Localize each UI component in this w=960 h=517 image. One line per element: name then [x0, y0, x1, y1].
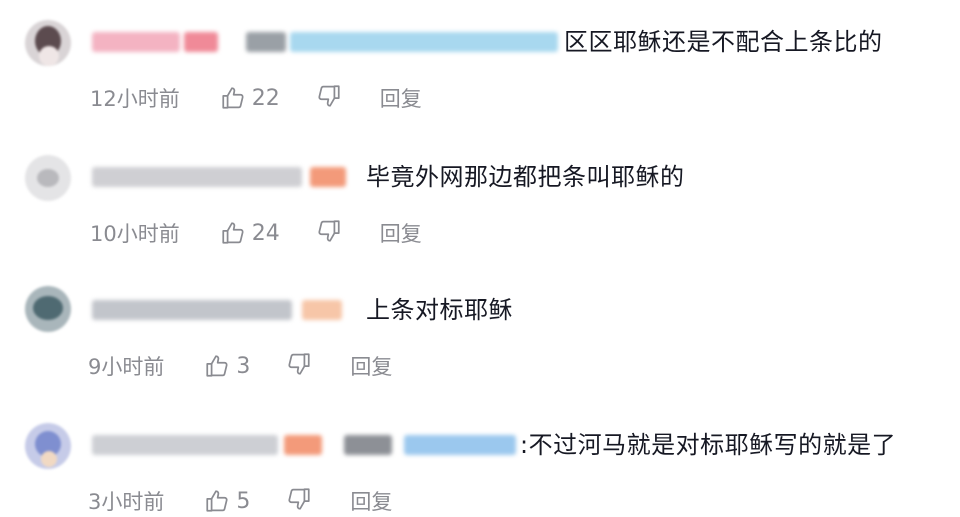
- comment-text: :不过河马就是对标耶稣写的就是了: [520, 431, 897, 459]
- reply-to-username[interactable]: [290, 32, 558, 52]
- like-button[interactable]: 5: [204, 488, 250, 514]
- avatar[interactable]: [25, 286, 71, 332]
- comment-time: 3小时前: [88, 490, 165, 514]
- thumbs-down-icon: [286, 351, 312, 382]
- comment-header: 毕竟外网那边都把条叫耶稣的: [92, 157, 685, 197]
- comment-meta: 10小时前 24 回复: [90, 217, 422, 249]
- dislike-button[interactable]: [316, 83, 342, 114]
- comment-time: 12小时前: [90, 87, 180, 111]
- comment-header: 上条对标耶稣: [92, 290, 513, 330]
- reply-button[interactable]: 回复: [380, 218, 422, 248]
- comment-time: 9小时前: [88, 355, 165, 379]
- avatar[interactable]: [25, 423, 71, 469]
- comment-item: 上条对标耶稣 9小时前 3 回复: [0, 270, 960, 400]
- user-badge: [310, 167, 346, 187]
- thumbs-down-icon: [316, 83, 342, 114]
- thumbs-down-icon: [286, 486, 312, 517]
- comment-item: 毕竟外网那边都把条叫耶稣的 10小时前 24 回复: [0, 135, 960, 265]
- like-count: 22: [251, 85, 280, 111]
- like-button[interactable]: 3: [204, 353, 250, 379]
- reply-button[interactable]: 回复: [380, 83, 422, 113]
- comment-text: 区区耶稣还是不配合上条比的: [564, 28, 883, 56]
- avatar[interactable]: [25, 155, 71, 201]
- comment-time: 10小时前: [90, 222, 180, 246]
- username[interactable]: [92, 32, 180, 52]
- avatar[interactable]: [25, 20, 71, 66]
- comment-text: 上条对标耶稣: [366, 296, 513, 324]
- comment-text: 毕竟外网那边都把条叫耶稣的: [366, 163, 685, 191]
- comment-header: :不过河马就是对标耶稣写的就是了: [92, 425, 896, 465]
- reply-button[interactable]: 回复: [350, 351, 392, 381]
- thumbs-down-icon: [316, 218, 342, 249]
- reply-button[interactable]: 回复: [350, 486, 392, 516]
- comment-meta: 9小时前 3 回复: [88, 350, 392, 382]
- comment-item: 区区耶稣还是不配合上条比的 12小时前 22 回复: [0, 0, 960, 130]
- like-count: 3: [236, 353, 251, 379]
- thumbs-up-icon: [204, 353, 230, 379]
- comment-meta: 12小时前 22 回复: [90, 82, 422, 114]
- like-button[interactable]: 24: [220, 220, 280, 246]
- comment-meta: 3小时前 5 回复: [88, 485, 392, 517]
- user-badge: [284, 435, 322, 455]
- dislike-button[interactable]: [286, 351, 312, 382]
- comment-header: 区区耶稣还是不配合上条比的: [92, 22, 883, 62]
- dislike-button[interactable]: [286, 486, 312, 517]
- thumbs-up-icon: [220, 220, 246, 246]
- user-badge: [302, 300, 342, 320]
- like-count: 5: [236, 488, 251, 514]
- username[interactable]: [92, 435, 278, 455]
- like-button[interactable]: 22: [220, 85, 280, 111]
- like-count: 24: [251, 220, 280, 246]
- username[interactable]: [92, 167, 302, 187]
- reply-to-avatar[interactable]: [344, 435, 392, 455]
- reply-to-username[interactable]: [404, 435, 516, 455]
- comment-item: :不过河马就是对标耶稣写的就是了 3小时前 5 回复: [0, 405, 960, 514]
- username[interactable]: [92, 300, 292, 320]
- thumbs-up-icon: [220, 85, 246, 111]
- dislike-button[interactable]: [316, 218, 342, 249]
- thumbs-up-icon: [204, 488, 230, 514]
- reply-to-avatar[interactable]: [246, 32, 286, 52]
- user-badge: [184, 32, 218, 52]
